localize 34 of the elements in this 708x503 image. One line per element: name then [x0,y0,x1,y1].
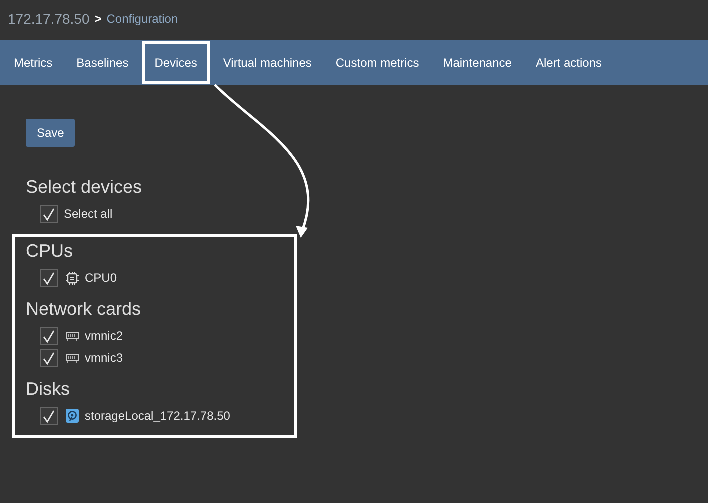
host-address: 172.17.78.50 [8,10,90,28]
chip-icon [66,272,79,284]
checkmark-icon [43,352,55,364]
tab[interactable]: Alert actions [524,41,614,84]
checkmark-icon [43,410,55,422]
group-title: Network cards [26,298,142,321]
section-title: Select devices [26,176,144,199]
group-title: Disks [26,378,71,401]
checkbox[interactable] [40,327,58,345]
disk-icon [66,409,79,423]
checkbox[interactable] [40,349,58,367]
tab[interactable]: Devices [142,41,210,84]
network-card-icon [66,332,79,340]
tab[interactable]: Virtual machines [211,41,324,84]
device-label: Select all [64,206,113,223]
tab[interactable]: Baselines [64,41,141,84]
save-button[interactable]: Save [26,119,76,147]
checkbox[interactable] [40,407,58,425]
checkbox[interactable] [40,269,58,287]
checkmark-icon [43,330,55,342]
tab[interactable]: Custom metrics [324,41,432,84]
breadcrumb-separator: > [94,11,102,28]
tab[interactable]: Metrics [2,41,65,84]
device-label: vmnic2 [85,328,124,345]
device-label: storageLocal_172.17.78.50 [85,408,230,425]
network-card-icon [66,354,79,362]
group-title: CPUs [26,240,74,263]
checkmark-icon [43,208,55,220]
device-label: CPU0 [85,270,118,287]
checkbox[interactable] [40,205,58,223]
breadcrumb-link[interactable]: Configuration [106,10,178,28]
tab[interactable]: Maintenance [431,41,524,84]
device-label: vmnic3 [85,350,124,367]
checkmark-icon [43,272,55,284]
